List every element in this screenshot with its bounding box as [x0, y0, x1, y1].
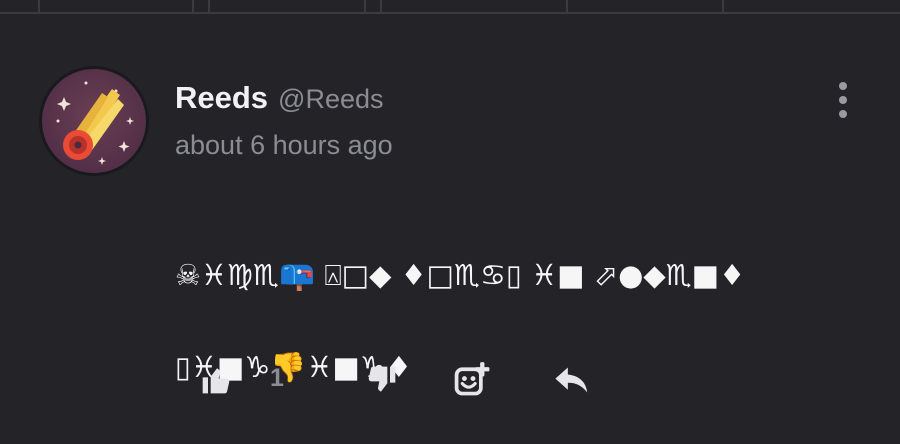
- thumbs-up-icon: [202, 368, 230, 394]
- post-timestamp[interactable]: about 6 hours ago: [175, 130, 393, 161]
- author-name[interactable]: Reeds: [175, 80, 268, 116]
- reply-button[interactable]: [552, 360, 592, 400]
- more-vertical-icon: [839, 82, 847, 90]
- top-tab-strip: [0, 0, 900, 14]
- comet-icon: [56, 81, 134, 165]
- like-count: 1: [270, 364, 284, 392]
- post-body: ☠♓♍♏📪 ⍓□◆ ♦□♏♋▯ ♓■ ⬀●◆♏■♦ ▯♓■♑👎♓■♑♦: [175, 206, 855, 436]
- dislike-button[interactable]: [364, 360, 400, 400]
- more-options-button[interactable]: [832, 82, 854, 118]
- action-bar: 1: [0, 360, 900, 400]
- avatar[interactable]: [39, 66, 149, 176]
- add-reaction-button[interactable]: [451, 360, 495, 400]
- author-handle[interactable]: @Reeds: [278, 84, 383, 115]
- thumbs-down-icon: [368, 366, 396, 392]
- post-body-line-1: ☠♓♍♏📪 ⍓□◆ ♦□♏♋▯ ♓■ ⬀●◆♏■♦: [175, 258, 746, 292]
- reply-icon: [555, 367, 588, 393]
- author-line: Reeds @Reeds: [175, 80, 384, 116]
- comment-card: Reeds @Reeds about 6 hours ago ☠♓♍♏📪 ⍓□◆…: [0, 0, 900, 444]
- like-button[interactable]: [198, 360, 234, 400]
- add-reaction-icon: [454, 362, 490, 396]
